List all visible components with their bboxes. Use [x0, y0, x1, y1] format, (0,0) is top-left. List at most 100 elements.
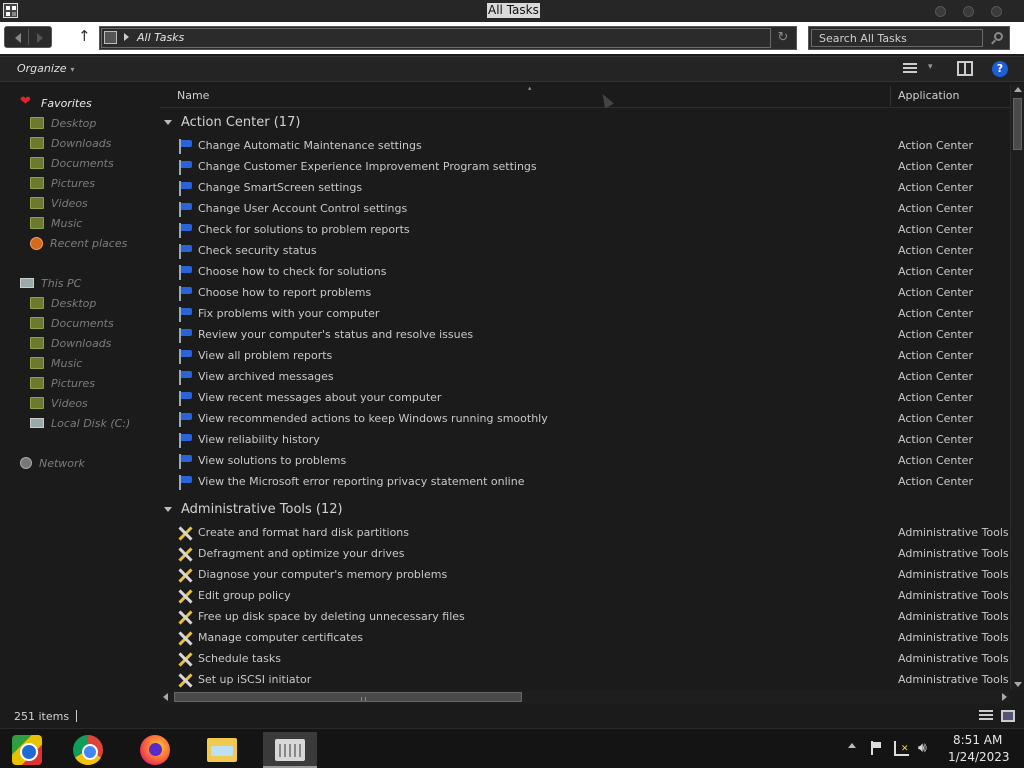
sidebar-item-pictures[interactable]: Pictures [30, 175, 95, 191]
breadcrumb[interactable]: All Tasks [137, 31, 184, 44]
taskbar-app-control-panel[interactable] [263, 732, 317, 768]
sidebar-item-documents[interactable]: Documents [30, 155, 114, 171]
help-icon[interactable]: ? [992, 61, 1008, 77]
scroll-left-icon[interactable] [163, 693, 168, 701]
sidebar-item-pc-desktop[interactable]: Desktop [30, 295, 96, 311]
sidebar-item-recent-places[interactable]: Recent places [30, 235, 127, 251]
sidebar-item-pc-videos[interactable]: Videos [30, 395, 88, 411]
task-name[interactable]: Review your computer's status and resolv… [198, 328, 473, 341]
task-name[interactable]: Choose how to report problems [198, 286, 371, 299]
sidebar-item-local-disk[interactable]: Local Disk (C:) [30, 415, 130, 431]
list-item[interactable]: Check for solutions to problem reports Ac… [177, 220, 1010, 241]
list-item[interactable]: View reliability history Action Center [177, 430, 1010, 451]
task-name[interactable]: Fix problems with your computer [198, 307, 379, 320]
breadcrumb-chevron-icon[interactable] [124, 33, 129, 41]
window-icon[interactable] [3, 3, 18, 18]
list-item[interactable]: View recommended actions to keep Windows… [177, 409, 1010, 430]
list-item[interactable]: Change SmartScreen settings Action Center [177, 178, 1010, 199]
task-name[interactable]: Edit group policy [198, 589, 291, 602]
task-name[interactable]: Create and format hard disk partitions [198, 526, 409, 539]
sidebar-item-music[interactable]: Music [30, 215, 82, 231]
collapse-chevron-icon[interactable] [164, 120, 172, 125]
taskbar-app-chrome[interactable] [65, 732, 109, 768]
preview-pane-icon[interactable] [957, 61, 973, 76]
address-bar[interactable]: All Tasks ↻ [99, 26, 797, 50]
list-item[interactable]: View solutions to problems Action Center [177, 451, 1010, 472]
vertical-scrollbar[interactable] [1010, 84, 1024, 690]
show-hidden-icons-chevron-icon[interactable] [848, 743, 856, 748]
task-name[interactable]: Change Customer Experience Improvement P… [198, 160, 537, 173]
sidebar-this-pc[interactable]: This PC [20, 275, 81, 291]
address-field[interactable] [101, 28, 771, 48]
list-item[interactable]: Check security status Action Center [177, 241, 1010, 262]
list-item[interactable]: Fix problems with your computer Action Ce… [177, 304, 1010, 325]
collapse-chevron-icon[interactable] [164, 507, 172, 512]
list-item[interactable]: Diagnose your computer's memory problems… [177, 565, 1010, 586]
list-item[interactable]: Manage computer certificates Administrati… [177, 628, 1010, 649]
sidebar-item-pc-pictures[interactable]: Pictures [30, 375, 95, 391]
scrollbar-thumb[interactable] [174, 692, 522, 702]
list-item[interactable]: Set up iSCSI initiator Administrative Too… [177, 670, 1010, 690]
organize-button[interactable]: Organize [17, 62, 75, 75]
taskbar-app-firefox[interactable] [132, 732, 176, 768]
task-name[interactable]: Manage computer certificates [198, 631, 363, 644]
task-name[interactable]: Change User Account Control settings [198, 202, 407, 215]
list-item[interactable]: View the Microsoft error reporting priva… [177, 472, 1010, 493]
task-name[interactable]: Diagnose your computer's memory problems [198, 568, 447, 581]
column-name[interactable]: Name [177, 89, 209, 102]
maximize-button[interactable] [963, 6, 974, 17]
sidebar-favorites[interactable]: Favorites [20, 94, 92, 111]
search-input[interactable] [811, 29, 983, 47]
clock-time[interactable]: 8:51 AM [953, 733, 1002, 747]
list-item[interactable]: Change User Account Control settings Acti… [177, 199, 1010, 220]
forward-arrow-icon[interactable] [37, 33, 43, 43]
taskbar-app-file-explorer[interactable] [199, 732, 243, 768]
sidebar-network[interactable]: Network [20, 455, 85, 471]
column-divider[interactable] [890, 86, 891, 106]
task-name[interactable]: Check for solutions to problem reports [198, 223, 410, 236]
list-item[interactable]: Choose how to check for solutions Action … [177, 262, 1010, 283]
horizontal-scrollbar[interactable] [160, 690, 1010, 704]
task-name[interactable]: View recent messages about your computer [198, 391, 441, 404]
task-name[interactable]: Choose how to check for solutions [198, 265, 386, 278]
sidebar-item-videos[interactable]: Videos [30, 195, 88, 211]
list-item[interactable]: Create and format hard disk partitions Ad… [177, 523, 1010, 544]
scrollbar-thumb[interactable] [1013, 98, 1022, 150]
sidebar-item-pc-downloads[interactable]: Downloads [30, 335, 111, 351]
network-tray-icon[interactable] [894, 741, 909, 756]
action-center-flag-icon[interactable] [871, 741, 882, 755]
list-item[interactable]: Defragment and optimize your drives Admin… [177, 544, 1010, 565]
task-name[interactable]: Change Automatic Maintenance settings [198, 139, 422, 152]
list-item[interactable]: View recent messages about your computer… [177, 388, 1010, 409]
clock-date[interactable]: 1/24/2023 [948, 750, 1010, 764]
sidebar-item-downloads[interactable]: Downloads [30, 135, 111, 151]
list-item[interactable]: Free up disk space by deleting unnecessa… [177, 607, 1010, 628]
task-name[interactable]: View recommended actions to keep Windows… [198, 412, 548, 425]
list-item[interactable]: Edit group policy Administrative Tools [177, 586, 1010, 607]
task-name[interactable]: Set up iSCSI initiator [198, 673, 311, 686]
list-item[interactable]: Change Customer Experience Improvement P… [177, 157, 1010, 178]
task-name[interactable]: View solutions to problems [198, 454, 346, 467]
scroll-right-icon[interactable] [1002, 693, 1007, 701]
volume-icon[interactable]: 🔊︎ [918, 740, 927, 756]
column-application[interactable]: Application [898, 89, 959, 102]
view-options-chevron-icon[interactable]: ▾ [928, 62, 933, 72]
list-item[interactable]: View archived messages Action Center [177, 367, 1010, 388]
large-icons-view-icon[interactable] [1001, 710, 1015, 722]
list-item[interactable]: Choose how to report problems Action Cent… [177, 283, 1010, 304]
sidebar-item-pc-music[interactable]: Music [30, 355, 82, 371]
task-name[interactable]: View reliability history [198, 433, 320, 446]
group-header[interactable]: Administrative Tools (12) [164, 502, 343, 517]
task-name[interactable]: View the Microsoft error reporting priva… [198, 475, 524, 488]
task-name[interactable]: Free up disk space by deleting unnecessa… [198, 610, 465, 623]
taskbar-app-box[interactable] [4, 732, 48, 768]
task-name[interactable]: Schedule tasks [198, 652, 281, 665]
scroll-up-icon[interactable] [1014, 87, 1022, 92]
sidebar-item-pc-documents[interactable]: Documents [30, 315, 114, 331]
task-name[interactable]: View archived messages [198, 370, 334, 383]
list-item[interactable]: Schedule tasks Administrative Tools [177, 649, 1010, 670]
group-header[interactable]: Action Center (17) [164, 115, 300, 130]
back-arrow-icon[interactable] [15, 33, 21, 43]
task-name[interactable]: Check security status [198, 244, 317, 257]
list-item[interactable]: View all problem reports Action Center [177, 346, 1010, 367]
